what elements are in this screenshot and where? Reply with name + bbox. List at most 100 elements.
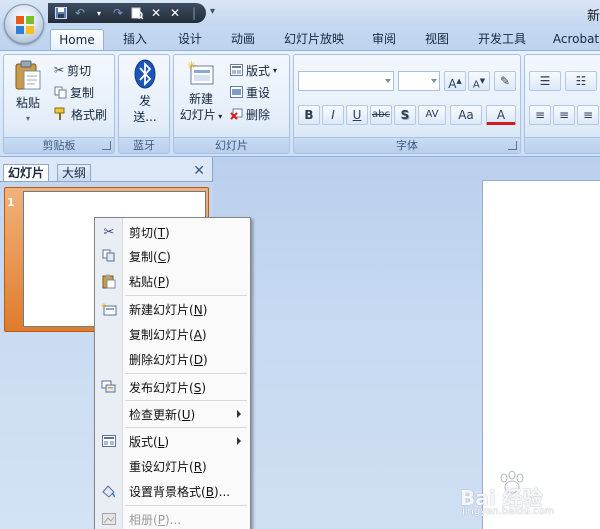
font-size-combo[interactable] <box>398 71 440 91</box>
menu-icon-empty <box>95 322 123 346</box>
menu-new-slide-label: 新建幻灯片 <box>129 302 190 317</box>
paste-button[interactable]: 粘贴 ▾ <box>10 59 46 127</box>
font-name-combo[interactable] <box>298 71 394 91</box>
tab-home[interactable]: Home <box>50 29 104 50</box>
menu-item-cut[interactable]: ✂ 剪切(T) <box>95 220 250 244</box>
menu-icon-empty <box>95 454 123 478</box>
shrink-font-button[interactable]: A▼ <box>468 71 490 91</box>
align-right-icon[interactable]: ≡ <box>577 105 599 125</box>
new-slide-icon: ✳ <box>95 297 123 321</box>
menu-separator <box>125 373 247 374</box>
reset-label: 重设 <box>246 85 271 100</box>
paste-dropdown-icon[interactable]: ▾ <box>10 111 46 127</box>
strikethrough-button[interactable]: abc <box>370 105 392 125</box>
tab-animations[interactable]: 动画 <box>220 29 266 50</box>
separator-icon: | <box>191 6 197 20</box>
copy-icon <box>95 244 123 268</box>
redo-icon[interactable]: ↷ <box>111 6 125 20</box>
copy-label: 复制 <box>70 85 95 100</box>
tab-insert[interactable]: 插入 <box>112 29 158 50</box>
watermark-subtext: jingyan.baidu.com <box>462 506 555 517</box>
title-bar: ↶ ▾ ↷ ✕ ✕ | ▾ 新 <box>0 0 600 26</box>
delete-icon <box>230 108 243 120</box>
scissors-icon: ✂ <box>103 224 115 240</box>
close-x-icon-2[interactable]: ✕ <box>168 6 182 20</box>
font-launcher-icon[interactable] <box>508 141 517 150</box>
format-painter-button[interactable]: 格式刷 <box>54 105 107 123</box>
tab-slides[interactable]: 幻灯片 <box>3 164 50 181</box>
underline-button[interactable]: U <box>346 105 368 125</box>
background-icon <box>95 479 123 503</box>
menu-layout-label: 版式 <box>129 434 154 449</box>
save-icon[interactable] <box>54 6 68 20</box>
undo-icon[interactable]: ↶ <box>73 6 87 20</box>
close-icon[interactable]: ✕ <box>193 163 205 179</box>
tab-design[interactable]: 设计 <box>167 29 213 50</box>
clipboard-launcher-icon[interactable] <box>102 141 111 150</box>
menu-item-delete-slide[interactable]: 删除幻灯片(D) <box>95 347 250 371</box>
layout-button[interactable]: 版式 ▾ <box>230 61 277 79</box>
menu-paste-label: 粘贴 <box>129 274 154 289</box>
clear-format-icon[interactable]: ✎ <box>494 71 516 91</box>
menu-icon-empty <box>95 402 123 426</box>
delete-button[interactable]: 删除 <box>230 105 270 123</box>
bold-button[interactable]: B <box>298 105 320 125</box>
tab-slide-show[interactable]: 幻灯片放映 <box>276 29 352 50</box>
menu-item-new-slide[interactable]: ✳ 新建幻灯片(N) <box>95 297 250 321</box>
numbering-icon[interactable]: ☷ <box>565 71 597 91</box>
bluetooth-send-label-2: 送... <box>133 110 157 124</box>
new-slide-button[interactable]: ✳ 新建 幻灯片 ▾ <box>178 59 224 125</box>
menu-item-publish-slides[interactable]: 发布幻灯片(S) <box>95 375 250 399</box>
menu-separator <box>125 400 247 401</box>
customize-qat-icon[interactable]: ▾ <box>210 6 215 17</box>
align-left-icon[interactable]: ≡ <box>529 105 551 125</box>
baidu-watermark: Bai 经验 jingyan.baidu.com <box>460 470 600 520</box>
reset-button[interactable]: 重设 <box>230 83 270 101</box>
tab-acrobat[interactable]: Acrobat <box>546 29 600 50</box>
copy-button[interactable]: 复制 <box>54 83 94 101</box>
menu-item-reset-slide[interactable]: 重设幻灯片(R) <box>95 454 250 478</box>
close-x-icon[interactable]: ✕ <box>149 6 163 20</box>
bluetooth-send-button[interactable]: 发 送... <box>125 59 165 125</box>
paste-icon <box>15 60 41 90</box>
italic-button[interactable]: I <box>322 105 344 125</box>
bluetooth-group: 发 送... 蓝牙 <box>118 54 170 154</box>
change-case-button[interactable]: Aa <box>450 105 482 125</box>
menu-item-duplicate-slide[interactable]: 复制幻灯片(A) <box>95 322 250 346</box>
scissors-icon: ✂ <box>54 63 65 77</box>
font-name-dropdown-icon[interactable] <box>385 79 391 83</box>
menu-item-check-updates[interactable]: 检查更新(U) <box>95 402 250 426</box>
new-slide-icon: ✳ <box>187 59 214 85</box>
menu-item-layout[interactable]: 版式(L) <box>95 429 250 453</box>
tab-view[interactable]: 视图 <box>414 29 460 50</box>
quick-access-toolbar: ↶ ▾ ↷ ✕ ✕ | <box>48 3 206 23</box>
align-center-icon[interactable]: ≡ <box>553 105 575 125</box>
slides-panel-header: 幻灯片 大纲 ✕ <box>0 161 213 181</box>
delete-label: 删除 <box>246 107 271 122</box>
office-button[interactable] <box>4 4 44 44</box>
menu-delete-slide-label: 删除幻灯片 <box>129 352 190 367</box>
paragraph-group: ☰ ☷ ≡ ≡ ≡ <box>524 54 600 154</box>
menu-item-format-background[interactable]: 设置背景格式(B)... <box>95 479 250 503</box>
shadow-button[interactable]: S <box>394 105 416 125</box>
cut-button[interactable]: ✂ 剪切 <box>54 61 91 79</box>
slide-number: 1 <box>7 196 15 209</box>
font-color-button[interactable]: A <box>486 105 516 125</box>
ribbon: 粘贴 ▾ ✂ 剪切 复制 格式刷 剪贴板 发 送... 蓝牙 ✳ 新建 幻灯片 … <box>0 50 600 157</box>
bullets-icon[interactable]: ☰ <box>529 71 561 91</box>
layout-icon <box>95 429 123 453</box>
slides-group-label: 幻灯片 <box>174 137 289 153</box>
menu-item-paste[interactable]: 粘贴(P) <box>95 269 250 293</box>
paste-icon <box>95 269 123 293</box>
svg-text:✳: ✳ <box>187 59 196 72</box>
font-size-dropdown-icon[interactable] <box>431 79 437 83</box>
tab-developer[interactable]: 开发工具 <box>470 29 534 50</box>
bluetooth-send-label-1: 发 <box>138 94 151 108</box>
char-spacing-button[interactable]: AV <box>418 105 446 125</box>
undo-dropdown-icon[interactable]: ▾ <box>92 6 106 20</box>
tab-outline[interactable]: 大纲 <box>57 164 92 181</box>
menu-item-copy[interactable]: 复制(C) <box>95 244 250 268</box>
tab-review[interactable]: 审阅 <box>361 29 407 50</box>
grow-font-button[interactable]: A▲ <box>444 71 466 91</box>
print-preview-icon[interactable] <box>130 6 144 20</box>
